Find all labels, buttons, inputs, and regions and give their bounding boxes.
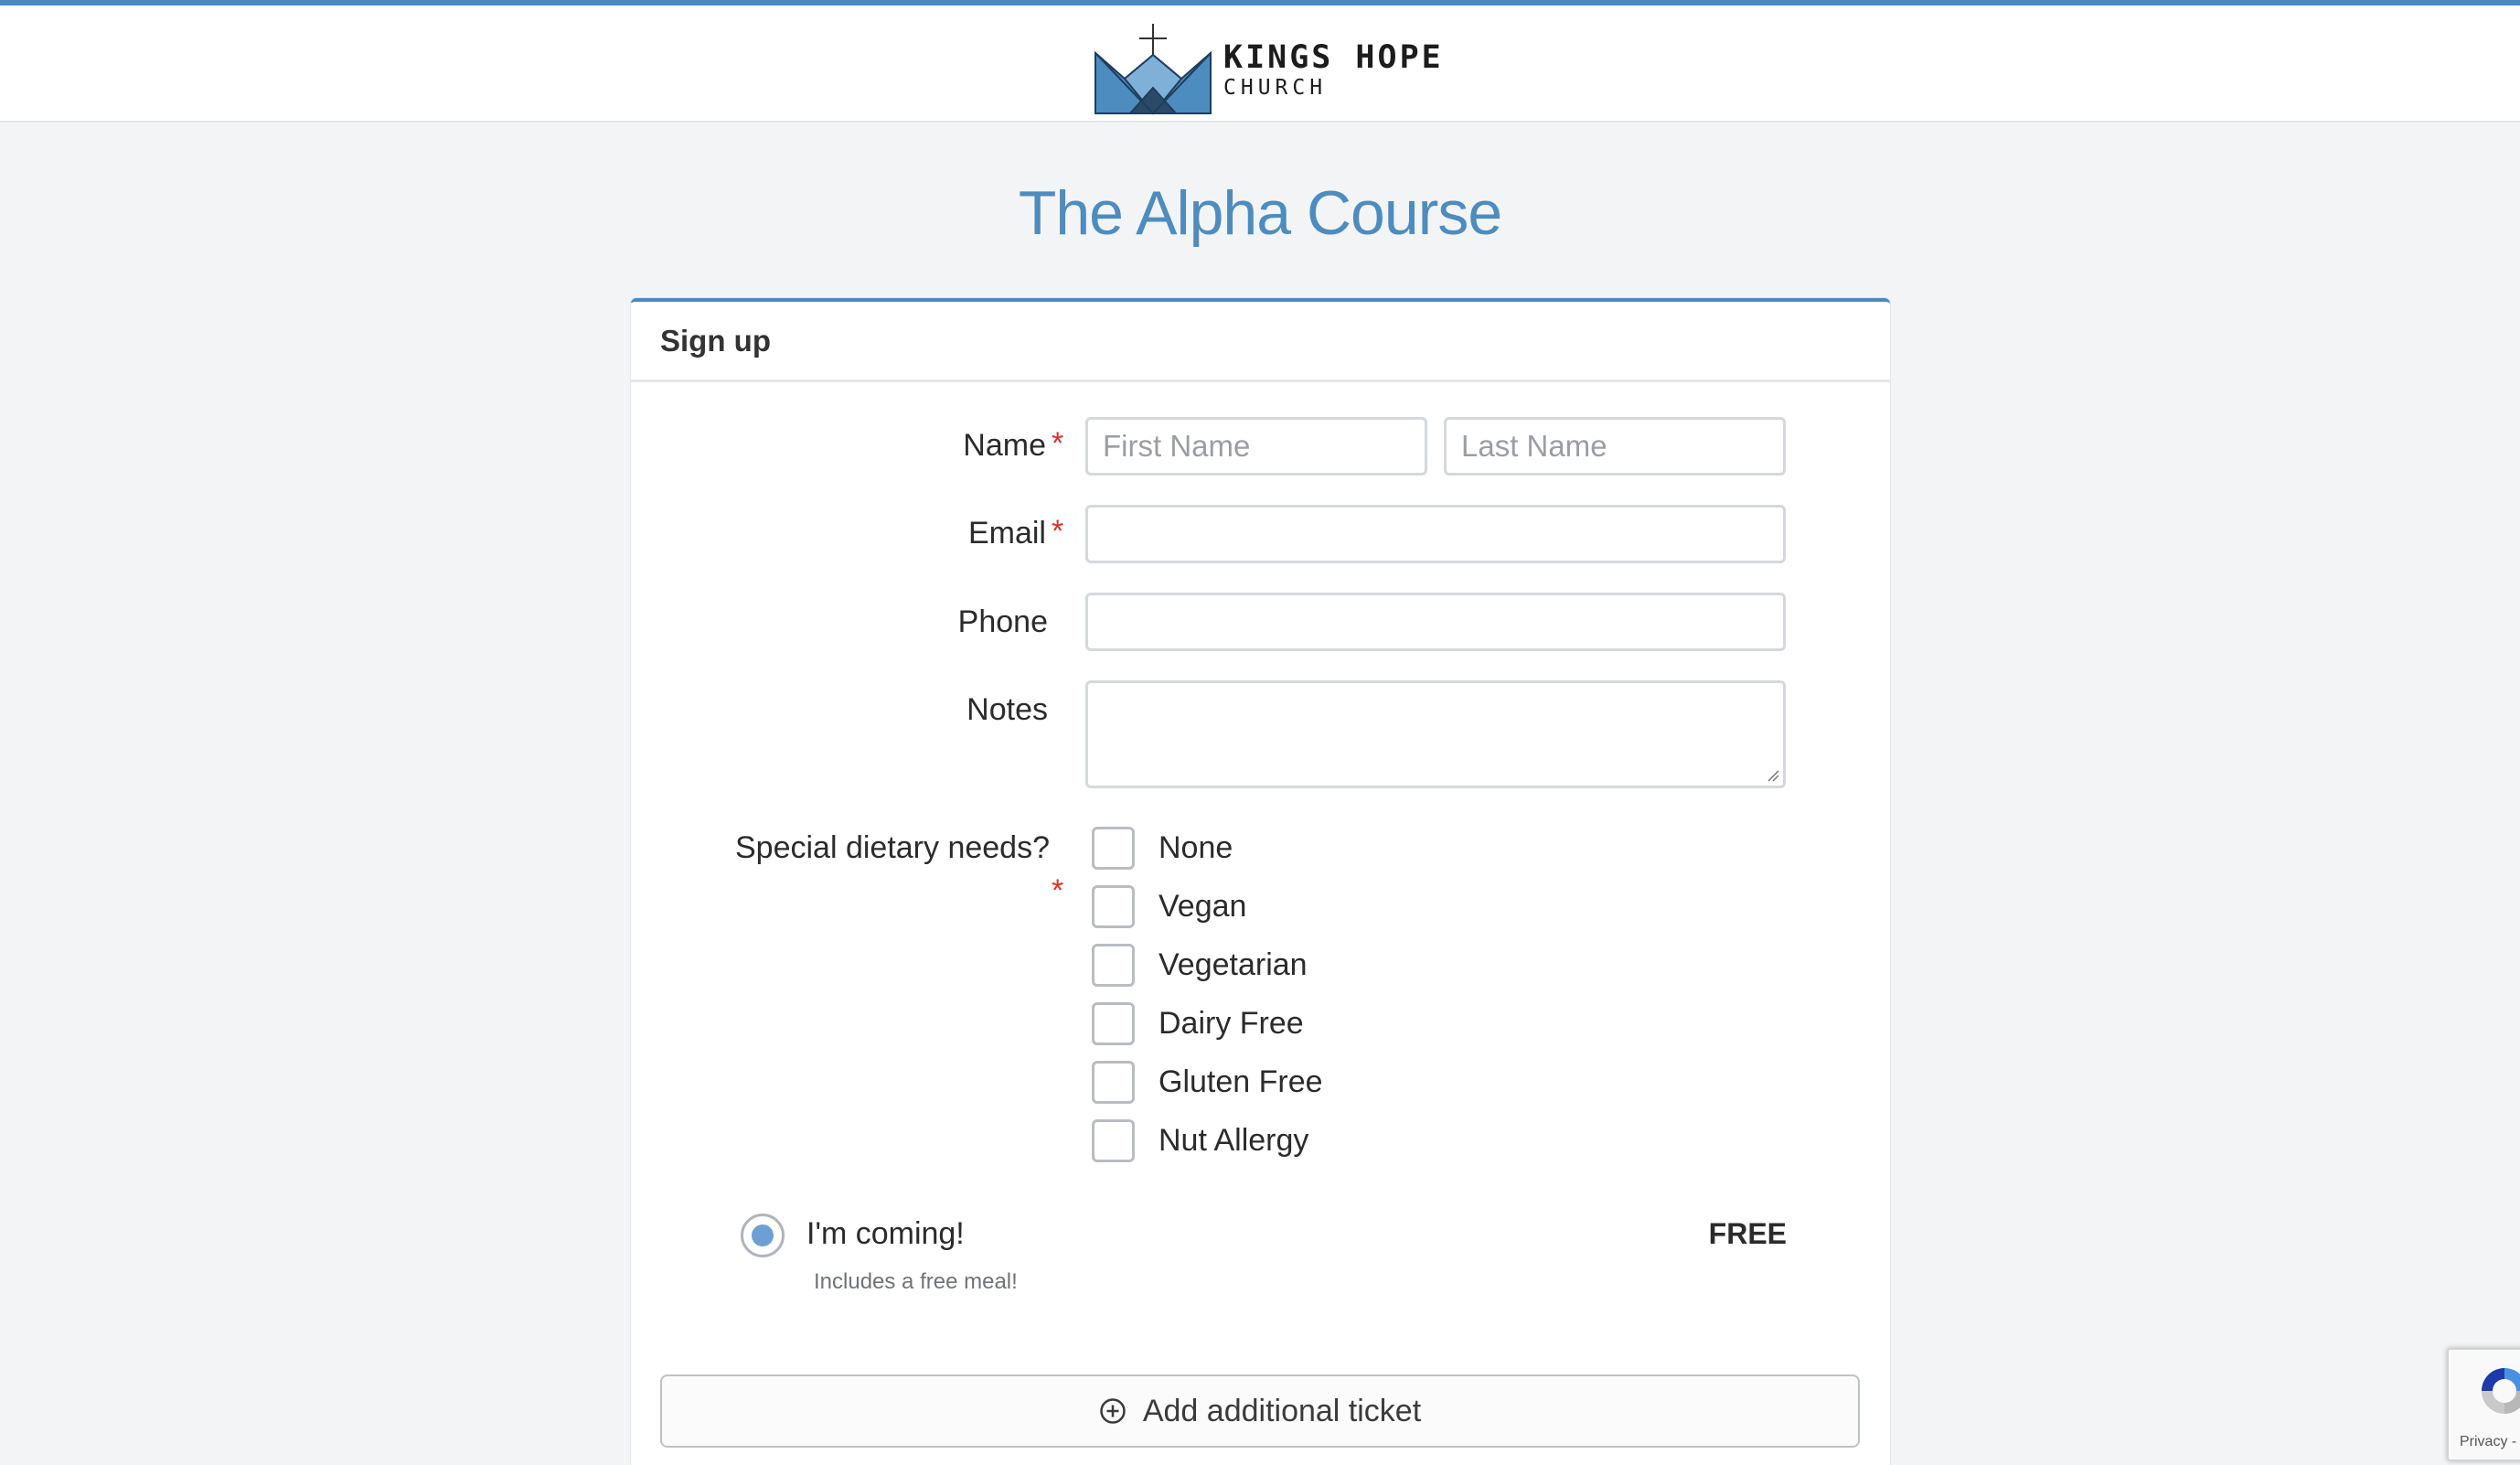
phone-input[interactable] [1085, 593, 1786, 651]
checkbox-label: Vegetarian [1159, 946, 1308, 982]
email-input[interactable] [1085, 505, 1786, 563]
ticket-note: Includes a free meal! [814, 1269, 1018, 1294]
top-header-bar: KINGS HOPE CHURCH [0, 0, 2520, 123]
dietary-option-vegan[interactable]: Vegan [1092, 884, 1246, 928]
add-ticket-button[interactable]: Add additional ticket [660, 1374, 1860, 1448]
dietary-option-dairy-free[interactable]: Dairy Free [1092, 1001, 1304, 1045]
recaptcha-badge[interactable]: Privacy - Terms [2447, 1348, 2520, 1461]
checkbox-label: Dairy Free [1159, 1005, 1304, 1041]
first-name-input[interactable] [1085, 417, 1427, 476]
ticket-radio[interactable] [741, 1214, 785, 1257]
recaptcha-text[interactable]: Privacy - Terms [2460, 1434, 2520, 1450]
checkbox-label: Gluten Free [1159, 1064, 1323, 1099]
checkbox[interactable] [1092, 884, 1135, 928]
checkbox-label: Nut Allergy [1159, 1122, 1309, 1158]
checkbox[interactable] [1092, 1001, 1135, 1045]
checkbox-label: Vegan [1159, 888, 1247, 924]
resize-grip-icon[interactable] [1767, 769, 1779, 782]
name-label: Name [963, 428, 1046, 463]
add-ticket-label: Add additional ticket [1142, 1393, 1422, 1428]
ticket-name: I'm coming! [806, 1216, 965, 1251]
dietary-option-gluten-free[interactable]: Gluten Free [1092, 1060, 1323, 1104]
brand-line-2: CHURCH [1223, 76, 1328, 100]
checkbox[interactable] [1092, 943, 1135, 987]
dietary-required-mark: * [1052, 873, 1064, 908]
checkbox[interactable] [1092, 826, 1135, 870]
brand-text: KINGS HOPE CHURCH [1223, 39, 1444, 100]
dietary-option-none[interactable]: None [1092, 826, 1233, 870]
email-label: Email [967, 516, 1046, 551]
name-required-mark: * [1052, 426, 1064, 461]
recaptcha-icon [2482, 1368, 2520, 1414]
phone-label: Phone [957, 604, 1048, 639]
card-title: Sign up [660, 323, 771, 358]
dietary-option-vegetarian[interactable]: Vegetarian [1092, 943, 1308, 987]
card-header: Sign up [631, 302, 1890, 382]
brand-line-1: KINGS HOPE [1223, 39, 1444, 76]
notes-textarea[interactable] [1085, 680, 1786, 788]
radio-selected-dot [752, 1224, 774, 1246]
email-required-mark: * [1052, 514, 1064, 549]
dietary-option-nut-allergy[interactable]: Nut Allergy [1092, 1118, 1308, 1162]
last-name-input[interactable] [1444, 417, 1786, 476]
page-title: The Alpha Course [1018, 178, 1502, 248]
checkbox-label: None [1159, 829, 1233, 865]
ticket-price: FREE [1708, 1217, 1787, 1250]
crown-cross-logo-icon [1094, 24, 1212, 115]
church-logo[interactable]: KINGS HOPE CHURCH [1094, 24, 1444, 115]
dietary-label: Special dietary needs? [734, 830, 1050, 865]
notes-label: Notes [966, 692, 1048, 727]
checkbox[interactable] [1092, 1118, 1135, 1162]
checkbox[interactable] [1092, 1060, 1135, 1104]
plus-circle-icon [1100, 1398, 1126, 1424]
